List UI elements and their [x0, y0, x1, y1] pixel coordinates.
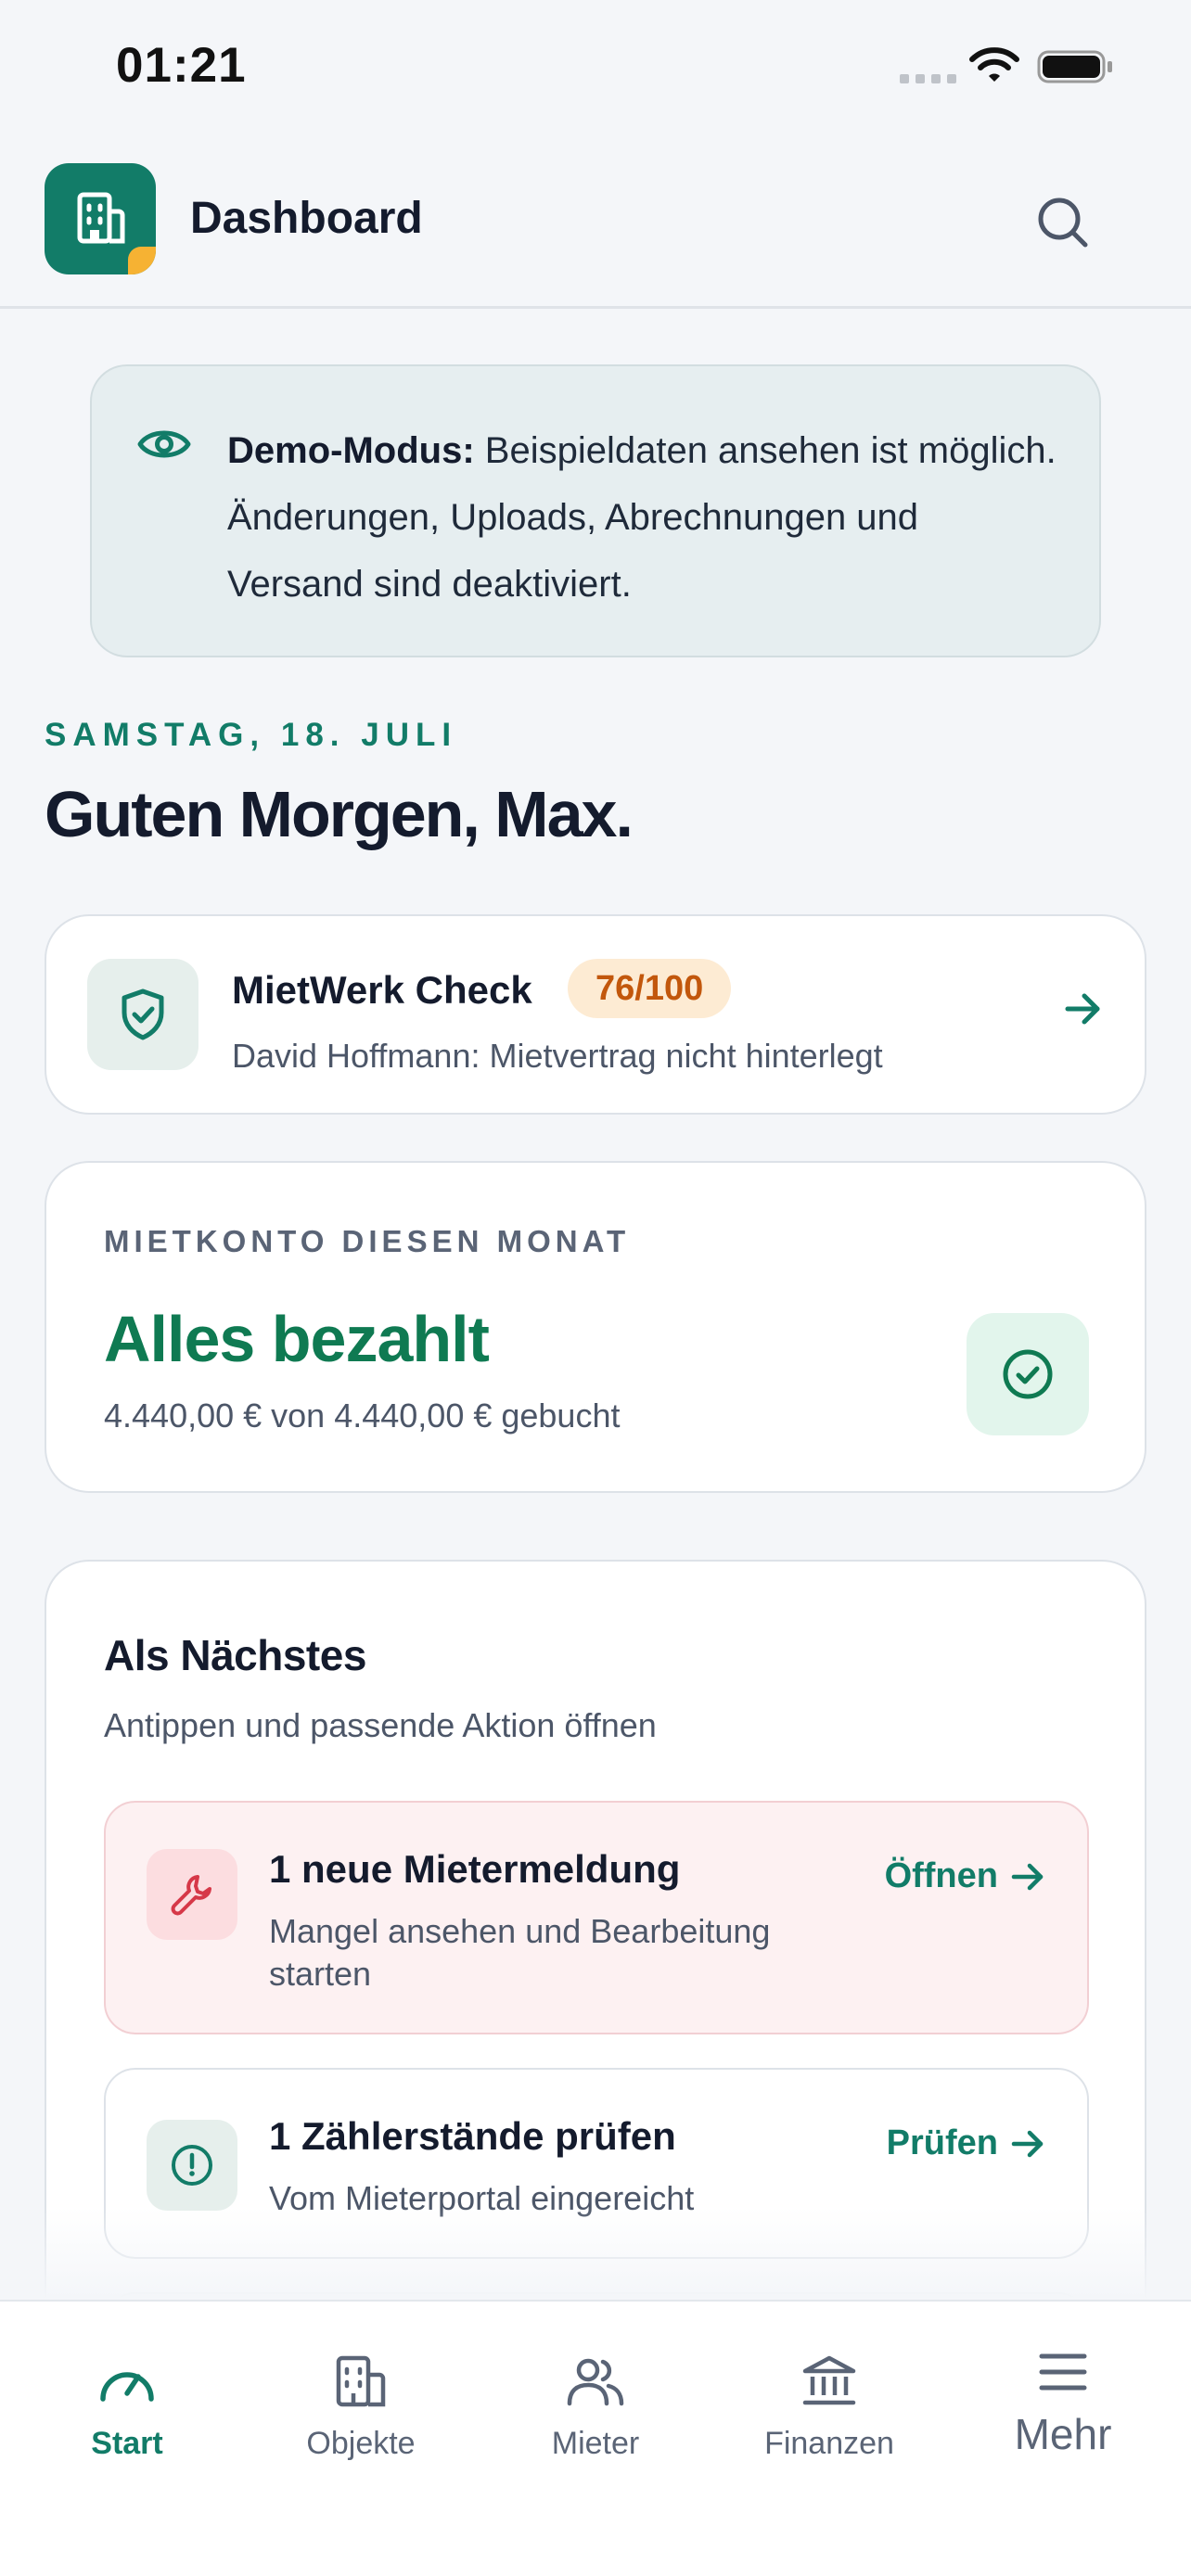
app-logo [45, 163, 156, 274]
next-actions-title: Als Nächstes [104, 1631, 366, 1679]
arrow-right-icon [1011, 1863, 1044, 1890]
battery-icon [1037, 50, 1115, 88]
open-label: Öffnen [884, 1856, 998, 1895]
search-icon [1038, 198, 1088, 248]
task-item-tenant-report[interactable]: 1 neue Mietermeldung Mangel ansehen und … [104, 1801, 1089, 2034]
nav-item-mehr[interactable]: Mehr [944, 2302, 1182, 2487]
nav-label: Mieter [551, 2426, 640, 2461]
date-label: SAMSTAG, 18. JULI [45, 717, 458, 753]
wrench-icon [147, 1849, 237, 1940]
check-title: MietWerk Check [232, 968, 532, 1012]
demo-mode-text: Demo-Modus: Beispieldaten ansehen ist mö… [227, 417, 1062, 618]
task-description: Mangel ansehen und Bearbeitung starten [269, 1912, 771, 1993]
rent-account-card[interactable]: MIETKONTO DIESEN MONAT Alles bezahlt 4.4… [45, 1161, 1146, 1493]
demo-mode-banner: Demo-Modus: Beispieldaten ansehen ist mö… [90, 364, 1101, 657]
gauge-icon [97, 2352, 157, 2411]
rent-summary: 4.440,00 € von 4.440,00 € gebucht [104, 1396, 621, 1435]
check-circle-icon [967, 1313, 1089, 1435]
nav-item-objekte[interactable]: Objekte [242, 2302, 480, 2487]
check-subtitle: David Hoffmann: Mietvertrag nicht hinter… [232, 1037, 883, 1075]
header-divider [0, 306, 1191, 309]
alert-circle-icon [147, 2120, 237, 2211]
mietwerk-check-card[interactable]: MietWerk Check 76/100 David Hoffmann: Mi… [45, 914, 1146, 1115]
bank-icon [801, 2352, 857, 2411]
cellular-signal-icon [900, 74, 956, 83]
arrow-right-icon [1011, 2130, 1044, 2157]
nav-label: Finanzen [764, 2426, 894, 2461]
nav-label: Start [91, 2426, 163, 2461]
building-icon [333, 2352, 389, 2411]
task-title: 1 Zählerstände prüfen [269, 2114, 676, 2158]
nav-item-mieter[interactable]: Mieter [477, 2302, 714, 2487]
demo-mode-label: Demo-Modus: [227, 430, 475, 471]
review-button[interactable]: Prüfen [887, 2123, 1046, 2163]
bottom-navigation: Start Objekte Mieter Finanzen Mehr [0, 2300, 1191, 2576]
nav-label: Objekte [306, 2426, 416, 2461]
nav-label: Mehr [1014, 2410, 1112, 2458]
task-title: 1 neue Mietermeldung [269, 1847, 681, 1891]
menu-icon [1038, 2342, 1088, 2402]
wifi-icon [968, 46, 1020, 88]
greeting: Guten Morgen, Max. [45, 778, 634, 850]
building-icon [77, 192, 125, 244]
score-badge: 76/100 [568, 959, 732, 1018]
arrow-right-icon [1064, 990, 1103, 1032]
eye-icon [136, 424, 192, 469]
users-icon [566, 2352, 625, 2411]
open-button[interactable]: Öffnen [885, 1856, 1046, 1896]
next-actions-subtitle: Antippen und passende Aktion öffnen [104, 1706, 657, 1744]
nav-item-finanzen[interactable]: Finanzen [711, 2302, 948, 2487]
status-time: 01:21 [116, 38, 247, 93]
scroll-fade [0, 2207, 1191, 2300]
page-title: Dashboard [190, 194, 423, 243]
nav-item-start[interactable]: Start [8, 2302, 246, 2487]
review-label: Prüfen [886, 2123, 998, 2162]
rent-account-label: MIETKONTO DIESEN MONAT [104, 1224, 631, 1258]
shield-check-icon [87, 959, 198, 1070]
search-button[interactable] [1030, 189, 1095, 254]
rent-status: Alles bezahlt [104, 1303, 490, 1375]
